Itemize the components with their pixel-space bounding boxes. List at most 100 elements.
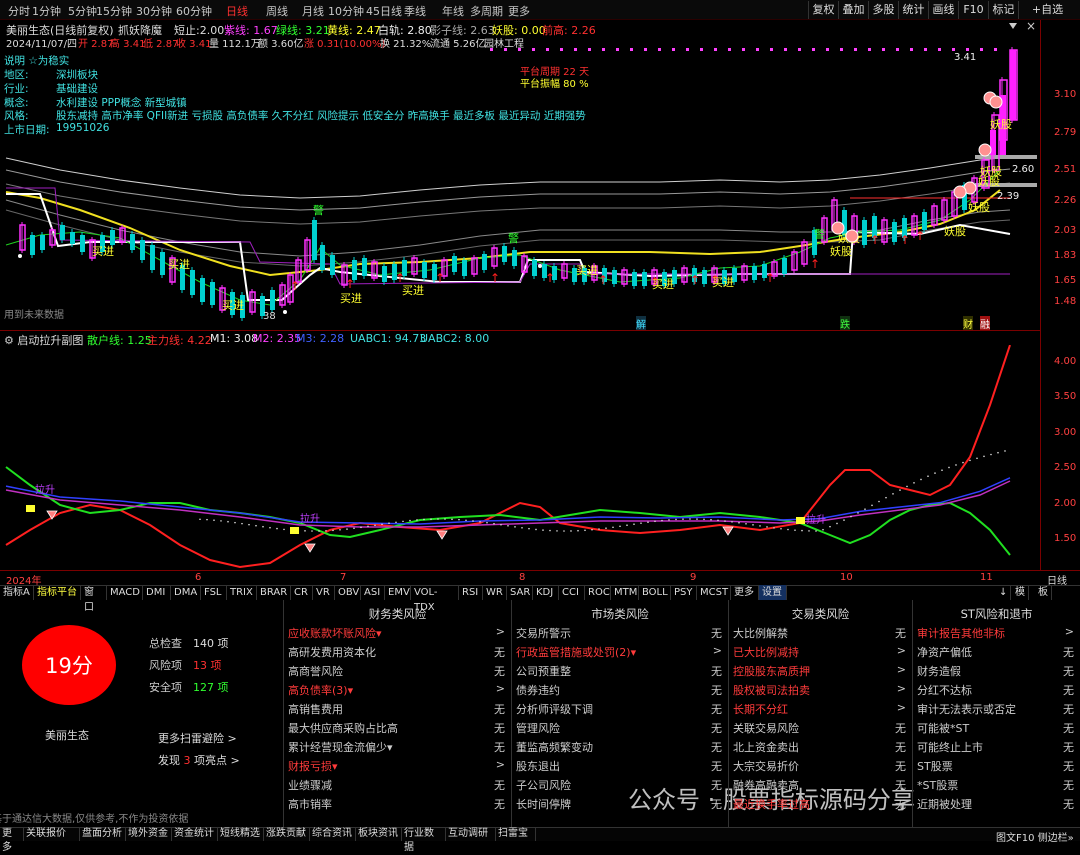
indicator-tab-8[interactable]: BRAR xyxy=(257,585,291,600)
risk-item[interactable]: 股权被司法拍卖 xyxy=(733,682,810,698)
risk-item[interactable]: 近期被处理 xyxy=(917,796,972,812)
kline-chart[interactable]: ↑ ↑ ↑ ↑ ↑ ↑ ↑ ↑ ↑ ↑ ↑↑↑ ↑ ↑买进买进买进买进买进买进买进 买进妖股妖股妖股妖股妖… xyxy=(0,20,1040,330)
period-tab-3[interactable]: 15分钟 xyxy=(96,3,132,19)
risk-item[interactable]: 分红不达标 xyxy=(917,682,972,698)
indicator-tab-6[interactable]: FSL xyxy=(201,585,227,600)
f10-sidebar-toggle[interactable]: 图文F10 侧边栏» xyxy=(996,829,1074,844)
risk-item[interactable]: 大比例解禁 xyxy=(733,625,788,641)
risk-item[interactable]: 控股股东高质押 xyxy=(733,663,810,679)
risk-item[interactable]: 最大供应商采购占比高 xyxy=(288,720,398,736)
risk-item[interactable]: 审计报告其他非标 xyxy=(917,625,1005,641)
indicator-tab-19[interactable]: CCI xyxy=(559,585,585,600)
risk-item[interactable]: 可能被*ST xyxy=(917,720,969,736)
indicator-tab-22[interactable]: BOLL xyxy=(639,585,671,600)
risk-item[interactable]: 行政监管措施或处罚(2)▾ xyxy=(516,644,636,660)
indicator-tab-20[interactable]: ROC xyxy=(585,585,611,600)
indicator-tab-1[interactable]: 指标平台 xyxy=(34,585,81,600)
indicator-right-button-2[interactable]: 板 xyxy=(1035,585,1052,600)
risk-item[interactable]: 股东退出 xyxy=(516,758,560,774)
indicator-tab-3[interactable]: MACD xyxy=(107,585,143,600)
bottom-tab-3[interactable]: 境外资金 xyxy=(126,827,172,841)
bottom-tab-11[interactable]: 扫雷宝 xyxy=(496,827,536,841)
period-tab-11[interactable]: 季线 xyxy=(404,3,426,19)
bottom-tab-8[interactable]: 板块资讯 xyxy=(356,827,402,841)
indicator-tab-2[interactable]: 窗口 xyxy=(81,585,107,613)
risk-item[interactable]: ST股票 xyxy=(917,758,953,774)
fall-marker[interactable]: 跌 xyxy=(840,316,850,331)
indicator-tab-25[interactable]: 更多 xyxy=(731,585,759,600)
indicator-tab-0[interactable]: 指标A xyxy=(0,585,34,600)
indicator-tab-9[interactable]: CR xyxy=(291,585,313,600)
risk-item[interactable]: 可能终止上市 xyxy=(917,739,983,755)
risk-item[interactable]: 高市销率 xyxy=(288,796,332,812)
period-tab-4[interactable]: 30分钟 xyxy=(136,3,172,19)
indicator-tab-12[interactable]: ASI xyxy=(361,585,385,600)
indicator-tab-13[interactable]: EMV xyxy=(385,585,411,600)
toolbar-button-7[interactable]: +自选 xyxy=(1018,1,1076,19)
period-tab-14[interactable]: 更多 xyxy=(508,3,530,19)
risk-item[interactable]: 最近换手率过高 xyxy=(733,796,810,812)
risk-item[interactable]: 已大比例减持 xyxy=(733,644,799,660)
risk-item[interactable]: 长时间停牌 xyxy=(516,796,571,812)
period-tab-7[interactable]: 周线 xyxy=(266,3,288,19)
margin-marker[interactable]: 融 xyxy=(980,316,990,331)
risk-item[interactable]: 高销售费用 xyxy=(288,701,343,717)
indicator-tab-16[interactable]: WR xyxy=(483,585,507,600)
period-tab-2[interactable]: 5分钟 xyxy=(68,3,97,19)
indicator-tab-14[interactable]: VOL-TDX xyxy=(411,585,459,613)
risk-item[interactable]: 大宗交易折价 xyxy=(733,758,799,774)
unlock-marker[interactable]: 解 xyxy=(636,316,646,331)
risk-item[interactable]: 高商誉风险 xyxy=(288,663,343,679)
period-tab-13[interactable]: 多周期 xyxy=(470,3,503,19)
risk-item[interactable]: 公司预重整 xyxy=(516,663,571,679)
period-tab-1[interactable]: 1分钟 xyxy=(32,3,61,19)
toolbar-button-0[interactable]: 复权 xyxy=(808,1,838,19)
bottom-tab-7[interactable]: 综合资讯 xyxy=(310,827,356,841)
indicator-tab-23[interactable]: PSY xyxy=(671,585,697,600)
indicator-tab-26[interactable]: 设置 xyxy=(759,585,787,600)
risk-item[interactable]: *ST股票 xyxy=(917,777,958,793)
risk-item[interactable]: 长期不分红 xyxy=(733,701,788,717)
period-tab-12[interactable]: 年线 xyxy=(442,3,464,19)
risk-item[interactable]: 关联交易风险 xyxy=(733,720,799,736)
toolbar-button-5[interactable]: F10 xyxy=(958,1,988,19)
indicator-right-button-0[interactable]: ↓ xyxy=(996,585,1012,600)
risk-item[interactable]: 管理风险 xyxy=(516,720,560,736)
bottom-tab-0[interactable]: 更多 xyxy=(0,827,24,853)
toolbar-button-6[interactable]: 标记 xyxy=(988,1,1018,19)
indicator-tab-17[interactable]: SAR xyxy=(507,585,533,600)
risk-item[interactable]: 业绩骤减 xyxy=(288,777,332,793)
period-tab-5[interactable]: 60分钟 xyxy=(176,3,212,19)
toolbar-button-4[interactable]: 画线 xyxy=(928,1,958,19)
risk-item[interactable]: 高负债率(3)▾ xyxy=(288,682,353,698)
risk-item[interactable]: 财务造假 xyxy=(917,663,961,679)
indicator-tab-10[interactable]: VR xyxy=(313,585,335,600)
indicator-tab-18[interactable]: KDJ xyxy=(533,585,559,600)
bottom-tab-2[interactable]: 盘面分析 xyxy=(80,827,126,841)
period-tab-6[interactable]: 日线 xyxy=(226,3,248,19)
highlights-link[interactable]: 发现 3 项亮点 > xyxy=(158,752,240,768)
indicator-tab-7[interactable]: TRIX xyxy=(227,585,257,600)
indicator-tab-4[interactable]: DMI xyxy=(143,585,171,600)
period-tab-0[interactable]: 分时 xyxy=(8,3,30,19)
risk-item[interactable]: 交易所警示 xyxy=(516,625,571,641)
bottom-tab-9[interactable]: 行业数据 xyxy=(402,827,446,853)
indicator-tab-5[interactable]: DMA xyxy=(171,585,201,600)
risk-item[interactable]: 应收账款坏账风险▾ xyxy=(288,625,382,641)
risk-item[interactable]: 董监高频繁变动 xyxy=(516,739,593,755)
risk-item[interactable]: 高研发费用资本化 xyxy=(288,644,376,660)
toolbar-button-1[interactable]: 叠加 xyxy=(838,1,868,19)
toolbar-button-3[interactable]: 统计 xyxy=(898,1,928,19)
sub-indicator-chart[interactable]: 拉升拉升 拉升 xyxy=(0,345,1040,570)
score-circle[interactable]: 19分 xyxy=(22,625,116,705)
risk-item[interactable]: 债券违约 xyxy=(516,682,560,698)
period-tab-9[interactable]: 10分钟 xyxy=(328,3,364,19)
indicator-tab-11[interactable]: OBV xyxy=(335,585,361,600)
risk-item[interactable]: 融券高融卖高 xyxy=(733,777,799,793)
bottom-tab-1[interactable]: 关联报价 xyxy=(24,827,80,841)
bottom-tab-10[interactable]: 互动调研 xyxy=(446,827,496,841)
risk-item[interactable]: 累计经营现金流偏少▾ xyxy=(288,739,393,755)
risk-item[interactable]: 子公司风险 xyxy=(516,777,571,793)
toolbar-button-2[interactable]: 多股 xyxy=(868,1,898,19)
period-tab-8[interactable]: 月线 xyxy=(302,3,324,19)
